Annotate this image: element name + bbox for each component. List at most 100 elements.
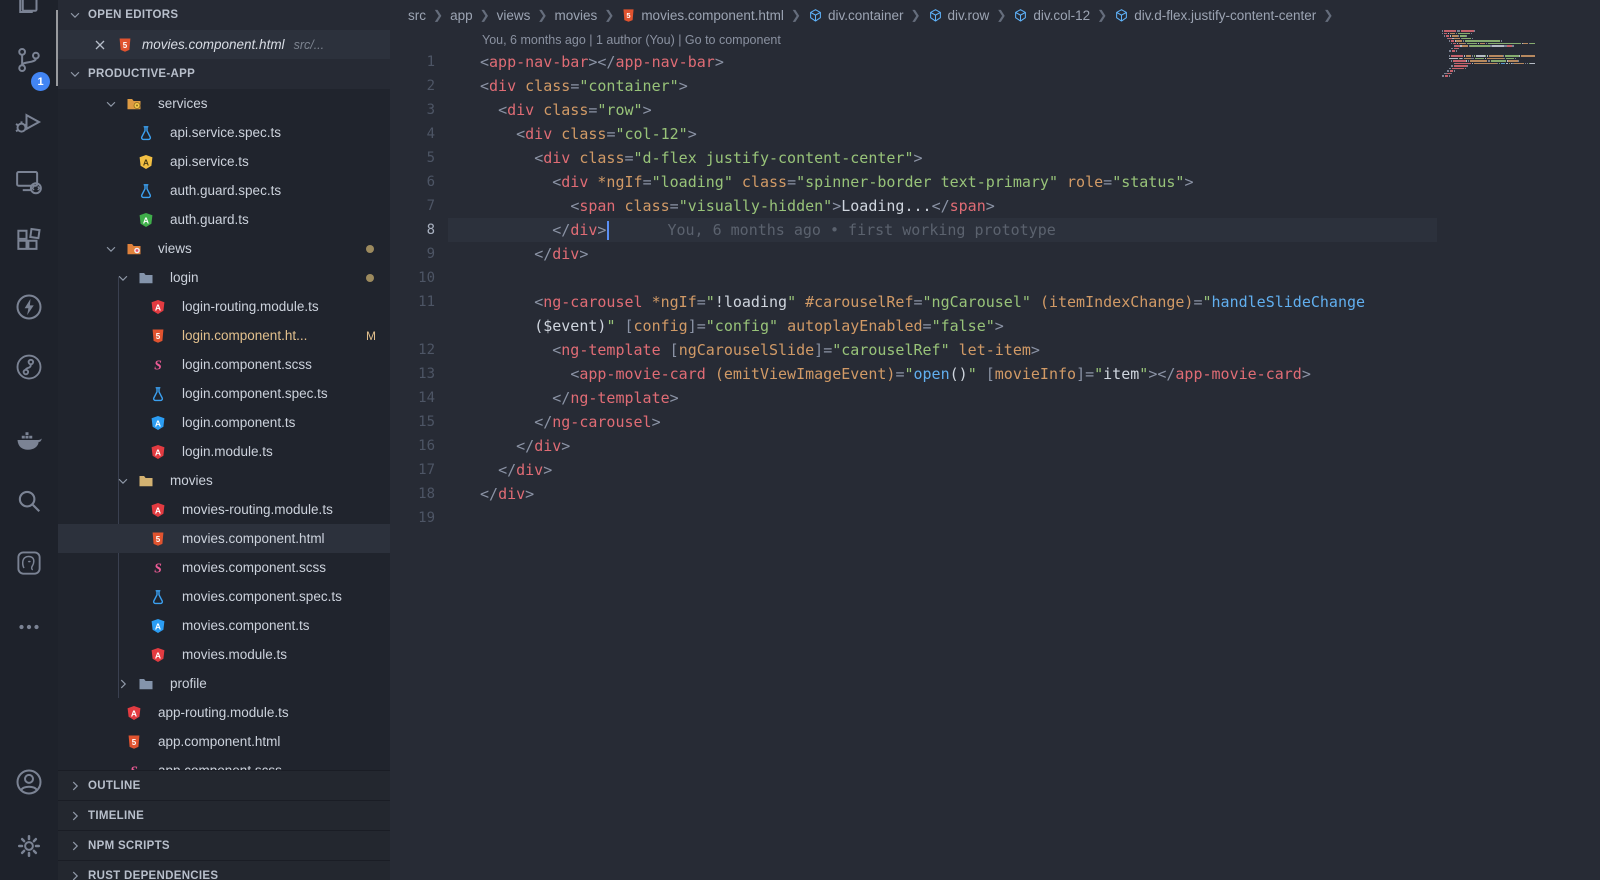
svg-text:S: S [154, 357, 162, 372]
tree-folder-login[interactable]: login [58, 263, 390, 292]
svg-text:5: 5 [156, 331, 161, 340]
tree-file-movies.component.html[interactable]: 5 movies.component.html [58, 524, 390, 553]
docker-icon[interactable] [14, 425, 44, 455]
tree-folder-services[interactable]: services [58, 89, 390, 118]
extensions-icon[interactable] [14, 227, 44, 257]
svg-text:A: A [155, 447, 161, 457]
chevron-down-icon [104, 97, 118, 111]
files-icon[interactable] [14, 0, 44, 17]
tree-file-movies.component.scss[interactable]: Smovies.component.scss [58, 553, 390, 582]
tree-folder-profile[interactable]: profile [58, 669, 390, 698]
tree-file-api.service.ts[interactable]: Aapi.service.ts [58, 147, 390, 176]
search-icon[interactable] [14, 486, 44, 516]
section-header-rust-dependencies[interactable]: RUST DEPENDENCIES [58, 860, 390, 880]
html-icon: 5 [126, 734, 142, 750]
tree-file-login.component.spec.ts[interactable]: login.component.spec.ts [58, 379, 390, 408]
tree-file-auth.guard.ts[interactable]: Aauth.guard.ts [58, 205, 390, 234]
code-area[interactable]: 1 <app-nav-bar></app-nav-bar> 2 <div class=… [390, 50, 1600, 530]
breadcrumb-item-div-container[interactable]: div.container [808, 8, 903, 23]
breadcrumb-separator: ❯ [790, 8, 801, 22]
breadcrumb-item-app[interactable]: app [450, 8, 473, 23]
svg-text:A: A [155, 650, 161, 660]
line-number: 17 [418, 462, 435, 478]
sidebar-sash[interactable] [56, 10, 58, 86]
code-line-10[interactable]: 10 [390, 266, 1600, 290]
ng-red-icon: A [150, 647, 166, 663]
code-line-3[interactable]: 3 <div class="row"> [390, 98, 1600, 122]
run-debug-icon[interactable] [14, 107, 44, 137]
codelens-blame[interactable]: You, 6 months ago | 1 author (You) | Go … [482, 33, 781, 47]
code-line-19[interactable]: 19 [390, 506, 1600, 530]
svg-text:S: S [154, 560, 162, 575]
tree-file-auth.guard.spec.ts[interactable]: auth.guard.spec.ts [58, 176, 390, 205]
breadcrumb-item-div-row[interactable]: div.row [928, 8, 989, 23]
postgresql-icon[interactable] [14, 548, 44, 578]
code-line-6[interactable]: 6 <div *ngIf="loading" class="spinner-bo… [390, 170, 1600, 194]
code-line-2[interactable]: 2 <div class="container"> [390, 74, 1600, 98]
code-line-15[interactable]: 15 </ng-carousel> [390, 410, 1600, 434]
tree-file-login-routing.module.ts[interactable]: Alogin-routing.module.ts [58, 292, 390, 321]
code-line-12[interactable]: 12 <ng-template [ngCarouselSlide]="carou… [390, 338, 1600, 362]
tree-file-login.module.ts[interactable]: Alogin.module.ts [58, 437, 390, 466]
symbol-cube-icon [1114, 8, 1129, 23]
breadcrumb-item-div-col-12[interactable]: div.col-12 [1013, 8, 1090, 23]
project-header[interactable]: PRODUCTIVE-APP [58, 59, 390, 89]
tree-file-movies.component.ts[interactable]: Amovies.component.ts [58, 611, 390, 640]
tree-file-movies-routing.module.ts[interactable]: Amovies-routing.module.ts [58, 495, 390, 524]
tree-item-label: movies.module.ts [182, 647, 288, 662]
settings-gear-icon[interactable] [14, 831, 44, 861]
tree-file-api.service.spec.ts[interactable]: api.service.spec.ts [58, 118, 390, 147]
breadcrumb-item-div-d-flex-justify-content-center[interactable]: div.d-flex.justify-content-center [1114, 8, 1316, 23]
section-header-outline[interactable]: OUTLINE [58, 770, 390, 800]
code-line-1[interactable]: 1 <app-nav-bar></app-nav-bar> [390, 50, 1600, 74]
breadcrumb-item-src[interactable]: src [408, 8, 426, 23]
gitlens-icon[interactable] [14, 352, 44, 382]
breadcrumb-item-views[interactable]: views [497, 8, 531, 23]
code-line-17[interactable]: 17 </div> [390, 458, 1600, 482]
code-line-8[interactable]: 8 </div> You, 6 months ago • first workin… [390, 218, 1600, 242]
source-control-icon[interactable] [14, 45, 44, 75]
account-icon[interactable] [14, 767, 44, 797]
code-line-11[interactable]: 11 <ng-carousel *ngIf="!loading" #carous… [390, 290, 1600, 314]
remote-explorer-icon[interactable] [14, 167, 44, 197]
code-line-14[interactable]: 14 </ng-template> [390, 386, 1600, 410]
tree-file-app.component.html[interactable]: 5 app.component.html [58, 727, 390, 756]
tree-file-login.component.ts[interactable]: Alogin.component.ts [58, 408, 390, 437]
tree-file-login.component.ht...[interactable]: 5 login.component.ht... M [58, 321, 390, 350]
code-line-wrap[interactable]: ($event)" [config]="config" autoplayEnab… [390, 314, 1600, 338]
editor-pane[interactable]: src ❯ app ❯ views ❯ movies ❯ 5 movies.component.h… [390, 0, 1600, 880]
folder-plain-icon [138, 676, 154, 692]
tree-folder-movies[interactable]: movies [58, 466, 390, 495]
code-line-18[interactable]: 18 </div> [390, 482, 1600, 506]
section-header-timeline[interactable]: TIMELINE [58, 800, 390, 830]
code-line-16[interactable]: 16 </div> [390, 434, 1600, 458]
section-header-npm-scripts[interactable]: NPM SCRIPTS [58, 830, 390, 860]
breadcrumb-item-movies[interactable]: movies [554, 8, 597, 23]
tree-file-movies.component.spec.ts[interactable]: movies.component.spec.ts [58, 582, 390, 611]
tree-file-login.component.scss[interactable]: Slogin.component.scss [58, 350, 390, 379]
code-line-7[interactable]: 7 <span class="visually-hidden">Loading.… [390, 194, 1600, 218]
minimap[interactable] [1440, 30, 1535, 150]
code-line-5[interactable]: 5 <div class="d-flex justify-content-cen… [390, 146, 1600, 170]
code-line-9[interactable]: 9 </div> [390, 242, 1600, 266]
chevron-down-icon [104, 242, 118, 256]
line-number: 18 [418, 486, 435, 502]
code-line-4[interactable]: 4 <div class="col-12"> [390, 122, 1600, 146]
tree-file-app-routing.module.ts[interactable]: Aapp-routing.module.ts [58, 698, 390, 727]
tree-file-app.component.scss[interactable]: Sapp.component.scss [58, 756, 390, 770]
breadcrumb-item-movies-component-html[interactable]: 5 movies.component.html [621, 8, 784, 23]
tree-folder-views[interactable]: views [58, 234, 390, 263]
tree-item-label: login [170, 270, 199, 285]
thunder-client-icon[interactable] [14, 292, 44, 322]
tree-file-movies.module.ts[interactable]: Amovies.module.ts [58, 640, 390, 669]
chevron-right-icon [68, 869, 82, 880]
code-line-13[interactable]: 13 <app-movie-card (emitViewImageEvent)=… [390, 362, 1600, 386]
breadcrumb-separator: ❯ [433, 8, 444, 22]
more-tools-icon[interactable] [14, 612, 44, 642]
open-editor-item[interactable]: 5 movies.component.html src/... [58, 30, 390, 59]
close-icon[interactable] [92, 37, 108, 53]
open-editors-header[interactable]: OPEN EDITORS [58, 0, 390, 30]
tree-item-label: auth.guard.ts [170, 212, 249, 227]
tree-item-label: movies.component.ts [182, 618, 310, 633]
ng-blue-icon: A [150, 415, 166, 431]
